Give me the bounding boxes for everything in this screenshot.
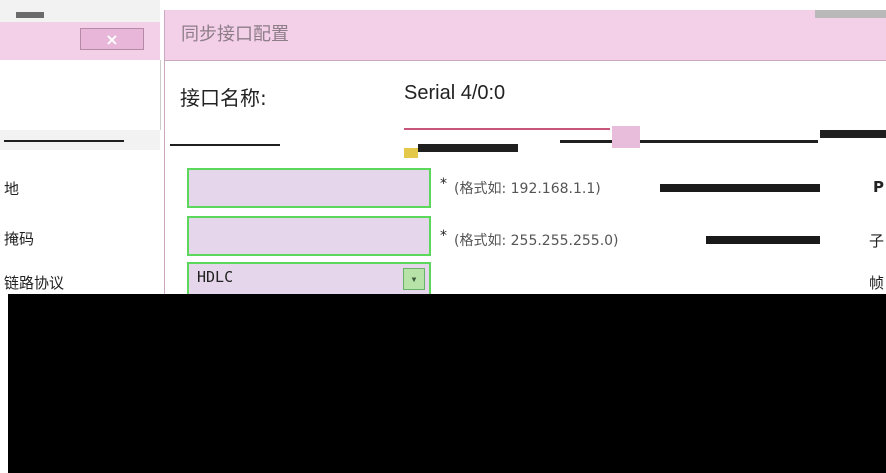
glitch-line xyxy=(170,144,280,146)
close-icon: × xyxy=(105,29,119,49)
dialog-title: 同步接口配置 xyxy=(181,24,289,45)
corrupted-row xyxy=(0,126,886,160)
subnet-mask-input[interactable] xyxy=(187,216,431,256)
hint-bar xyxy=(660,184,820,192)
right-label-3: 帧 xyxy=(868,274,884,292)
chevron-down-icon[interactable]: ▾ xyxy=(403,268,425,290)
required-mark: * xyxy=(440,176,447,192)
occluded-region xyxy=(8,294,886,473)
right-label-2: 子 xyxy=(868,232,884,250)
glitch-line xyxy=(820,130,886,138)
right-label-1: P xyxy=(873,178,884,196)
dialog-title-bar: 同步接口配置 xyxy=(165,10,886,61)
glitch-line xyxy=(4,140,124,142)
ip-hint: (格式如: 192.168.1.1) xyxy=(454,181,601,197)
screen: × 同步接口配置 接口名称: Serial 4/0:0 地 * (格式如: 19… xyxy=(0,0,886,473)
interface-name-value: Serial 4/0:0 xyxy=(404,82,506,104)
minimize-icon[interactable] xyxy=(16,12,44,18)
glitch-line xyxy=(612,126,640,148)
hint-bar xyxy=(706,236,820,244)
ip-address-input[interactable] xyxy=(187,168,431,208)
ip-label: 地 xyxy=(4,180,20,198)
close-button[interactable]: × xyxy=(80,28,144,50)
glitch-line xyxy=(560,140,818,143)
glitch-line xyxy=(404,128,610,130)
interface-name-label: 接口名称: xyxy=(180,86,267,110)
protocol-value: HDLC xyxy=(197,268,234,286)
glitch-line xyxy=(418,144,518,152)
required-mark: * xyxy=(440,228,447,244)
top-right-tab xyxy=(815,10,886,18)
glitch-line xyxy=(404,148,418,158)
protocol-select[interactable]: HDLC ▾ xyxy=(187,262,431,296)
mask-hint: (格式如: 255.255.255.0) xyxy=(454,233,619,249)
left-gap xyxy=(0,294,8,473)
mask-label: 掩码 xyxy=(4,230,35,248)
left-panel xyxy=(0,60,161,130)
protocol-label: 链路协议 xyxy=(4,274,65,292)
